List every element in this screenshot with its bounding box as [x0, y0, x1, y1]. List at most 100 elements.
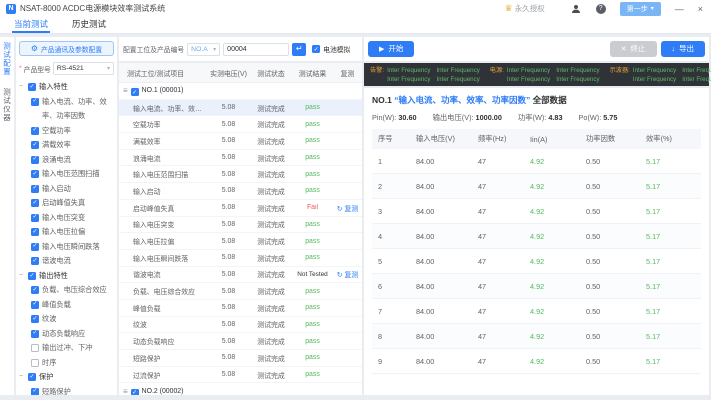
tree-item[interactable]: ✓ 启动峰值失真: [19, 196, 114, 211]
checkbox[interactable]: ✓: [31, 300, 39, 309]
result-stat-value: 30.60: [398, 113, 417, 122]
station-group-row[interactable]: ≡ ✓ NO.2 (00002): [119, 383, 362, 395]
checkbox[interactable]: ✓: [31, 242, 39, 251]
checkbox[interactable]: ✓: [31, 257, 39, 265]
test-result: pass: [305, 154, 320, 162]
checkbox[interactable]: ✓: [31, 155, 39, 164]
checkbox[interactable]: ✓: [28, 83, 36, 92]
test-item-row[interactable]: 输入电压范围扫描 5.08 测试完成 pass: [119, 166, 362, 184]
retest-button[interactable]: ↻ 复测: [337, 206, 358, 213]
collapse-icon[interactable]: −: [19, 370, 25, 385]
checkbox[interactable]: ✓: [31, 141, 39, 149]
tree-item[interactable]: ✓ 纹波: [19, 312, 114, 327]
tree-item[interactable]: ✓ 负载、电压综合效应: [19, 283, 114, 298]
model-select[interactable]: RS-4521 ▾: [52, 62, 114, 75]
contact-icon[interactable]: [571, 3, 582, 14]
test-item-row[interactable]: 输入电压拉偏 5.08 测试完成 pass: [119, 233, 362, 250]
checkbox[interactable]: ✓: [31, 199, 39, 207]
checkbox[interactable]: ✓: [31, 329, 39, 338]
tree-item[interactable]: ✓ 峰值负载: [19, 298, 114, 313]
station-select[interactable]: NO.A ▾: [187, 42, 221, 56]
result-row: 2 84.00 47 4.92 0.50 5.17: [372, 174, 701, 199]
test-item-row[interactable]: 谐波电流 5.08 测试完成 Not Tested ↻ 复测: [119, 267, 362, 284]
checkbox[interactable]: ✓: [31, 286, 39, 294]
enter-button[interactable]: ↵: [292, 42, 307, 56]
checkbox[interactable]: ✓: [31, 126, 39, 135]
tree-item[interactable]: ✓ 输入电压拉偏: [19, 225, 114, 240]
collapse-icon[interactable]: −: [19, 269, 25, 284]
product-number-input[interactable]: [223, 42, 290, 56]
tab-current-test[interactable]: 当前测试: [12, 17, 51, 33]
test-item-row[interactable]: 满载效率 5.08 测试完成 pass: [119, 133, 362, 150]
retest-button[interactable]: ↻ 复测: [337, 272, 358, 279]
tree-item[interactable]: ✓ 浪涌电流: [19, 153, 114, 168]
checkbox[interactable]: ✓: [28, 271, 36, 280]
test-item-row[interactable]: 输入电流、功率、效率、功率因数 5.08 测试完成 pass: [119, 99, 362, 117]
vtab-test-instrument[interactable]: 测试仪器: [2, 88, 13, 122]
result-cell: 4.92: [530, 256, 545, 266]
tree-item[interactable]: ✓ 输入启动: [19, 182, 114, 197]
test-item-row[interactable]: 峰值负载 5.08 测试完成 pass: [119, 300, 362, 317]
tree-group[interactable]: − ✓ 保护: [19, 370, 114, 385]
stop-button[interactable]: ✕ 终止: [609, 41, 657, 57]
stop-icon: ✕: [620, 45, 627, 53]
test-item-row[interactable]: 动态负载响应 5.08 测试完成 pass: [119, 333, 362, 350]
checkbox[interactable]: [31, 358, 39, 367]
tree-item[interactable]: ✓ 满载效率: [19, 138, 114, 153]
checkbox[interactable]: ✓: [31, 213, 39, 222]
result-cell: 4.92: [530, 156, 545, 166]
checkbox[interactable]: ✓: [31, 387, 39, 395]
checkbox[interactable]: [31, 344, 39, 352]
collapse-icon[interactable]: −: [19, 80, 25, 95]
product-config-button[interactable]: ⚙ 产品通讯及参数配置: [19, 41, 114, 56]
result-stat-value: 1000.00: [475, 113, 502, 122]
tree-item[interactable]: ✓ 空载功率: [19, 124, 114, 139]
vtab-test-config[interactable]: 测试配置: [2, 42, 13, 76]
tree-item[interactable]: ✓ 输入电流、功率、效率、功率因数: [19, 95, 114, 124]
checkbox[interactable]: ✓: [31, 97, 39, 106]
checkbox[interactable]: ✓: [28, 373, 36, 382]
start-button[interactable]: ▶ 开始: [368, 41, 415, 57]
checkbox[interactable]: ✓: [31, 184, 39, 193]
tree-item[interactable]: ✓ 输入电压突变: [19, 211, 114, 226]
test-item-row[interactable]: 浪涌电流 5.08 测试完成 pass: [119, 150, 362, 167]
station-group-row[interactable]: ≡ ✓ NO.1 (00001): [119, 83, 362, 100]
battery-sim-checkbox[interactable]: ✓ 电池模拟: [312, 44, 350, 54]
test-item-row[interactable]: 输入电压突变 5.08 测试完成 pass: [119, 217, 362, 234]
tree-item-label: 空载功率: [42, 125, 71, 135]
checkbox[interactable]: ✓: [130, 88, 139, 97]
checkbox[interactable]: ✓: [312, 45, 321, 53]
checkbox[interactable]: ✓: [31, 228, 39, 236]
tree-group[interactable]: − ✓ 输出特性: [19, 269, 114, 284]
test-item-row[interactable]: 短路保护 5.08 测试完成 pass: [119, 350, 362, 367]
test-item-row[interactable]: 负载、电压综合效应 5.08 测试完成 pass: [119, 283, 362, 300]
test-item-row[interactable]: 空载功率 5.08 测试完成 pass: [119, 116, 362, 134]
export-button[interactable]: ↓ 导出: [660, 41, 705, 57]
test-item-row[interactable]: 输入电压瞬间跌落 5.08 测试完成 pass: [119, 250, 362, 267]
test-result: pass: [305, 320, 320, 328]
test-item-row[interactable]: 纹波 5.08 测试完成 pass: [119, 317, 362, 334]
tree-item[interactable]: ✓ 短路保护: [19, 385, 114, 395]
tree-item[interactable]: 时序: [19, 356, 114, 371]
measured-voltage: 5.08: [221, 304, 236, 312]
tree-item[interactable]: ✓ 输入电压范围扫描: [19, 167, 114, 182]
minimize-button[interactable]: —: [675, 4, 684, 14]
tree-item[interactable]: ✓ 动态负载响应: [19, 327, 114, 342]
test-item-row[interactable]: 启动峰值失真 5.08 测试完成 Fail ↻ 复测: [119, 200, 362, 217]
tree-item[interactable]: ✓ 谐波电流: [19, 254, 114, 269]
tab-history-test[interactable]: 历史测试: [70, 17, 108, 33]
result-stat: 功率(W): 4.83: [518, 113, 563, 123]
tree-item[interactable]: 输出过冲、下冲: [19, 341, 114, 356]
test-item-row[interactable]: 过流保护 5.08 测试完成 pass: [119, 367, 362, 384]
device-status-values: Inter FrequencyInter FrequencyInter Freq…: [507, 66, 600, 84]
test-status: 测试完成: [257, 138, 285, 146]
help-icon[interactable]: ?: [595, 3, 606, 14]
tree-group[interactable]: − ✓ 输入特性: [19, 80, 114, 95]
test-item-row[interactable]: 输入启动 5.08 测试完成 pass: [119, 183, 362, 200]
checkbox[interactable]: ✓: [31, 315, 39, 323]
close-button[interactable]: ×: [698, 4, 703, 14]
version-dropdown-button[interactable]: 第一步 ▾: [619, 1, 661, 16]
tree-item[interactable]: ✓ 输入电压瞬间跌落: [19, 240, 114, 255]
checkbox[interactable]: ✓: [31, 170, 39, 178]
checkbox[interactable]: ✓: [130, 388, 139, 395]
